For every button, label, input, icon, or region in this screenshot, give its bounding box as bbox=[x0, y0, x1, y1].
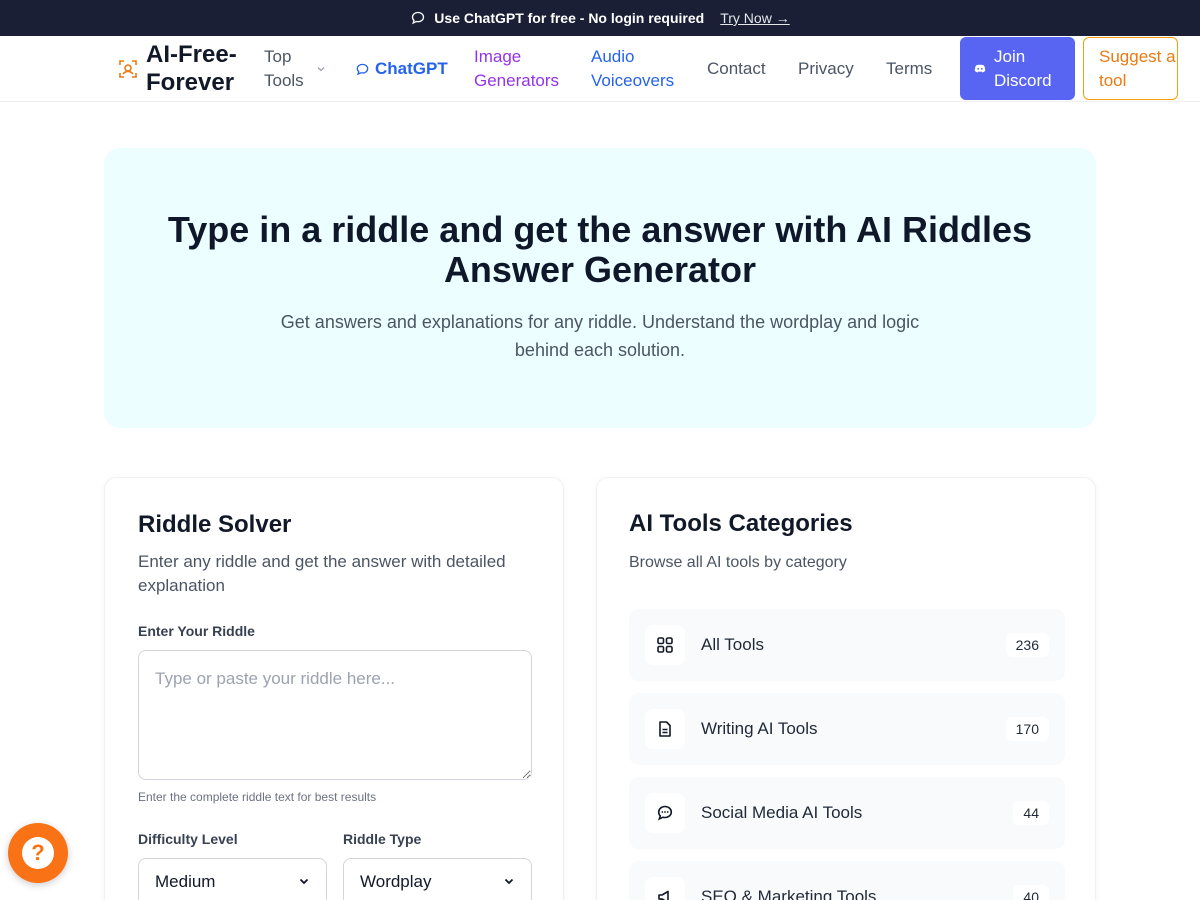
join-discord-label: Join Discord bbox=[994, 46, 1052, 90]
riddle-input-label: Enter Your Riddle bbox=[138, 623, 255, 639]
nav-terms[interactable]: Terms bbox=[886, 36, 932, 102]
nav-audio-voiceovers[interactable]: Audio Voiceovers bbox=[591, 36, 691, 102]
category-item-social-media[interactable]: Social Media AI Tools 44 bbox=[629, 777, 1065, 849]
riddle-input[interactable] bbox=[138, 650, 532, 780]
announcement-text: Use ChatGPT for free - No login required bbox=[434, 10, 705, 26]
document-icon bbox=[645, 709, 685, 749]
difficulty-value: Medium bbox=[155, 872, 216, 891]
chat-bubble-icon bbox=[355, 62, 370, 77]
category-name: Writing AI Tools bbox=[701, 719, 818, 738]
discord-icon bbox=[974, 64, 986, 74]
chat-bubble-icon bbox=[645, 793, 685, 833]
chevron-down-icon bbox=[503, 872, 515, 892]
riddle-solver-title: Riddle Solver bbox=[138, 511, 292, 538]
riddle-type-label: Riddle Type bbox=[343, 831, 422, 847]
nav-chatgpt[interactable]: ChatGPT bbox=[355, 36, 448, 102]
riddle-solver-description: Enter any riddle and get the answer with… bbox=[138, 552, 506, 595]
nav-top-tools-label: Top Tools bbox=[264, 47, 304, 90]
categories-card: AI Tools Categories Browse all AI tools … bbox=[596, 477, 1096, 900]
riddle-type-select[interactable]: Wordplay bbox=[343, 858, 532, 900]
category-name: All Tools bbox=[701, 635, 764, 654]
category-name: SEO & Marketing Tools bbox=[701, 887, 877, 900]
try-now-link[interactable]: Try Now → bbox=[720, 10, 789, 26]
nav-image-generators[interactable]: Image Generators bbox=[474, 36, 574, 102]
chevron-down-icon bbox=[298, 872, 310, 892]
category-item-seo-marketing[interactable]: SEO & Marketing Tools 40 bbox=[629, 861, 1065, 900]
page-title: Type in a riddle and get the answer with… bbox=[167, 209, 1033, 290]
nav-privacy[interactable]: Privacy bbox=[798, 36, 854, 102]
nav-contact[interactable]: Contact bbox=[707, 36, 766, 102]
join-discord-button[interactable]: Join Discord bbox=[960, 37, 1075, 100]
categories-subtitle: Browse all AI tools by category bbox=[629, 554, 847, 571]
logo-icon bbox=[118, 59, 138, 79]
chevron-down-icon bbox=[316, 64, 326, 74]
nav-top-tools[interactable]: Top Tools bbox=[264, 36, 344, 102]
difficulty-label: Difficulty Level bbox=[138, 831, 238, 847]
category-count: 236 bbox=[1005, 633, 1049, 657]
category-item-all-tools[interactable]: All Tools 236 bbox=[629, 609, 1065, 681]
riddle-type-value: Wordplay bbox=[360, 872, 432, 891]
chat-bubble-icon bbox=[410, 10, 426, 26]
riddle-input-hint: Enter the complete riddle text for best … bbox=[138, 790, 377, 804]
hero-subtitle: Get answers and explanations for any rid… bbox=[280, 312, 920, 360]
riddle-solver-card: Riddle Solver Enter any riddle and get t… bbox=[104, 477, 564, 900]
category-count: 44 bbox=[1013, 801, 1049, 825]
categories-title: AI Tools Categories bbox=[629, 510, 853, 537]
category-count: 170 bbox=[1005, 717, 1049, 741]
help-button[interactable]: ? bbox=[8, 823, 68, 883]
question-mark-icon: ? bbox=[22, 837, 54, 869]
nav-chatgpt-label: ChatGPT bbox=[375, 59, 448, 78]
site-header: AI-Free-Forever Top Tools ChatGPT Image … bbox=[0, 36, 1200, 102]
logo-text: AI-Free-Forever bbox=[146, 41, 237, 96]
category-count: 40 bbox=[1013, 885, 1049, 900]
category-name: Social Media AI Tools bbox=[701, 803, 863, 822]
difficulty-select[interactable]: Medium bbox=[138, 858, 327, 900]
site-logo[interactable]: AI-Free-Forever bbox=[118, 36, 246, 102]
grid-icon bbox=[645, 625, 685, 665]
suggest-tool-button[interactable]: Suggest a tool bbox=[1083, 37, 1178, 100]
category-item-writing[interactable]: Writing AI Tools 170 bbox=[629, 693, 1065, 765]
announcement-bar: Use ChatGPT for free - No login required… bbox=[0, 0, 1200, 36]
hero-section: Type in a riddle and get the answer with… bbox=[104, 148, 1096, 428]
megaphone-icon bbox=[645, 877, 685, 900]
